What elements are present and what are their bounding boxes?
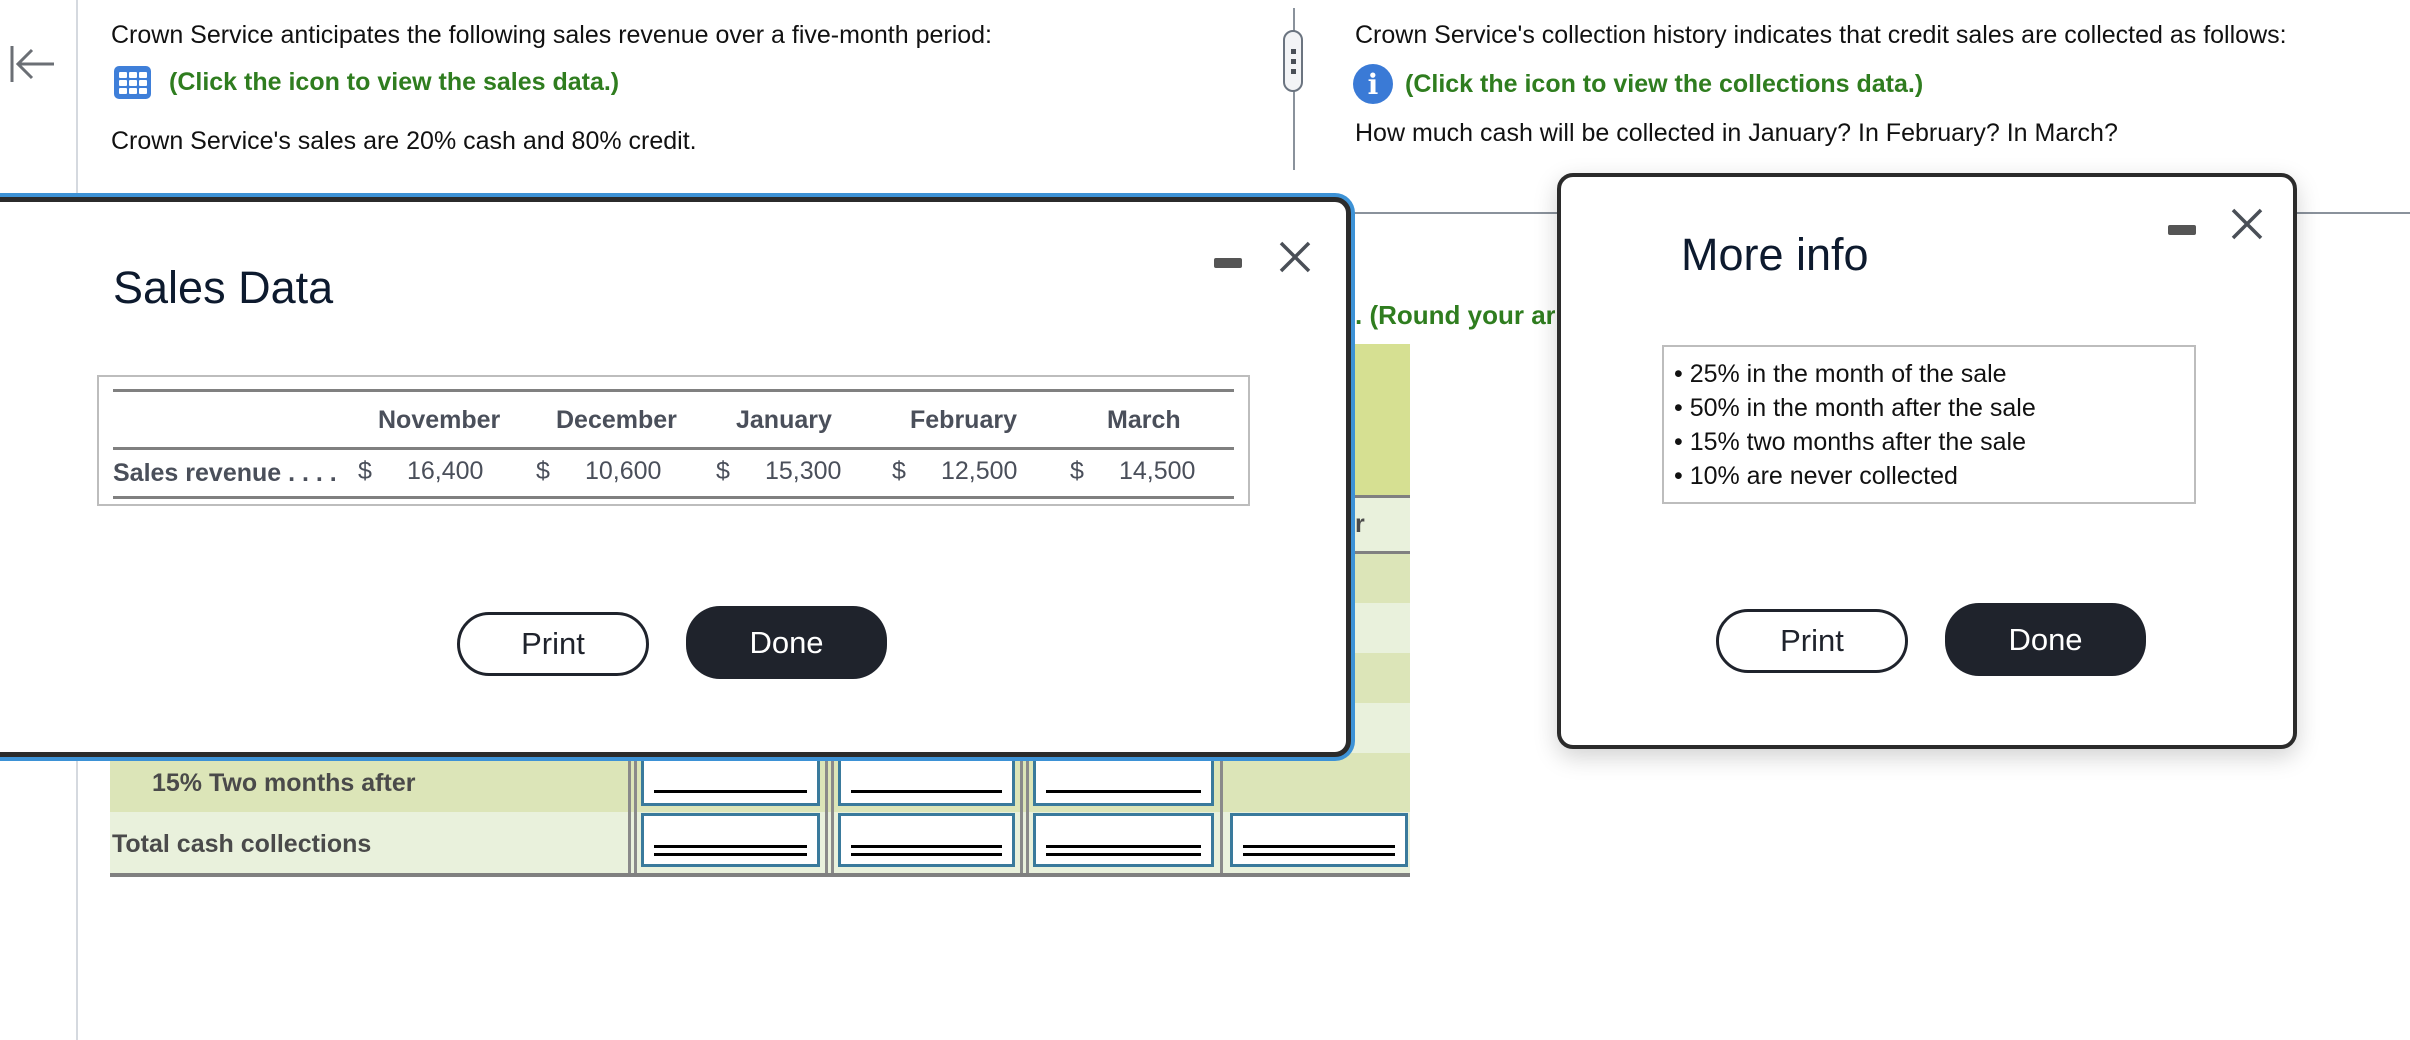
table-rule xyxy=(113,496,1234,499)
col-header-december: December xyxy=(556,406,677,434)
total-input-feb[interactable] xyxy=(838,813,1015,867)
value-february: 12,500 xyxy=(941,457,1018,485)
list-item: 25% in the month of the sale xyxy=(1674,357,2194,391)
currency-symbol: $ xyxy=(536,457,550,485)
col-header-november: November xyxy=(378,406,501,434)
table-grid-icon[interactable] xyxy=(114,66,151,99)
total-input-jan[interactable] xyxy=(641,813,820,867)
row-label-sales-revenue: Sales revenue . . . . xyxy=(113,459,337,487)
close-icon[interactable] xyxy=(1278,240,1312,274)
print-button[interactable]: Print xyxy=(457,612,649,676)
collections-data-link-text[interactable]: (Click the icon to view the collections … xyxy=(1405,70,1923,99)
print-button[interactable]: Print xyxy=(1716,609,1908,673)
collections-list: 25% in the month of the sale 50% in the … xyxy=(1664,347,2194,493)
dialog-title: Sales Data xyxy=(113,262,334,313)
value-december: 10,600 xyxy=(585,457,662,485)
more-info-dialog: More info 25% in the month of the sale 5… xyxy=(1557,173,2297,749)
total-input-mar[interactable] xyxy=(1033,813,1214,867)
round-note: . (Round your ar xyxy=(1355,300,1555,330)
sales-data-dialog: Sales Data November December January Feb… xyxy=(0,197,1351,757)
list-item: 15% two months after the sale xyxy=(1674,425,2194,459)
col-header-january: January xyxy=(736,406,832,434)
question-text: How much cash will be collected in Janua… xyxy=(1355,119,2118,147)
pane-resize-handle[interactable] xyxy=(1283,30,1303,92)
currency-symbol: $ xyxy=(892,457,906,485)
collections-data-link[interactable]: i (Click the icon to view the collection… xyxy=(1353,64,1923,104)
value-january: 15,300 xyxy=(765,457,842,485)
close-icon[interactable] xyxy=(2230,207,2264,241)
bottom-rule xyxy=(110,873,1410,877)
table-rule xyxy=(113,389,1234,392)
list-item: 50% in the month after the sale xyxy=(1674,391,2194,425)
currency-symbol: $ xyxy=(1070,457,1084,485)
minimize-icon[interactable] xyxy=(2168,225,2196,235)
table-rule xyxy=(113,447,1234,450)
dialog-title: More info xyxy=(1681,229,1869,280)
total-input-quarter[interactable] xyxy=(1230,813,1408,867)
collections-info-box: 25% in the month of the sale 50% in the … xyxy=(1662,345,2196,504)
currency-symbol: $ xyxy=(358,457,372,485)
value-march: 14,500 xyxy=(1119,457,1196,485)
sales-data-table: November December January February March… xyxy=(97,375,1250,506)
list-item: 10% are never collected xyxy=(1674,459,2194,493)
info-icon[interactable]: i xyxy=(1353,64,1393,104)
collapse-left-arrow-icon[interactable] xyxy=(6,38,58,90)
collections-intro-text: Crown Service's collection history indic… xyxy=(1355,21,2287,49)
row-label: 15% Two months after xyxy=(152,769,416,797)
value-november: 16,400 xyxy=(407,457,484,485)
sales-data-link[interactable]: (Click the icon to view the sales data.) xyxy=(114,66,619,99)
minimize-icon[interactable] xyxy=(1214,258,1242,268)
currency-symbol: $ xyxy=(716,457,730,485)
column-header-partial: r xyxy=(1355,510,1365,538)
done-button[interactable]: Done xyxy=(686,606,887,679)
row-label: Total cash collections xyxy=(112,830,372,858)
sales-intro-text: Crown Service anticipates the following … xyxy=(111,21,993,49)
done-button[interactable]: Done xyxy=(1945,603,2146,676)
cash-credit-text: Crown Service's sales are 20% cash and 8… xyxy=(111,127,697,155)
sales-data-link-text[interactable]: (Click the icon to view the sales data.) xyxy=(169,68,619,97)
col-header-march: March xyxy=(1107,406,1181,434)
col-header-february: February xyxy=(910,406,1017,434)
